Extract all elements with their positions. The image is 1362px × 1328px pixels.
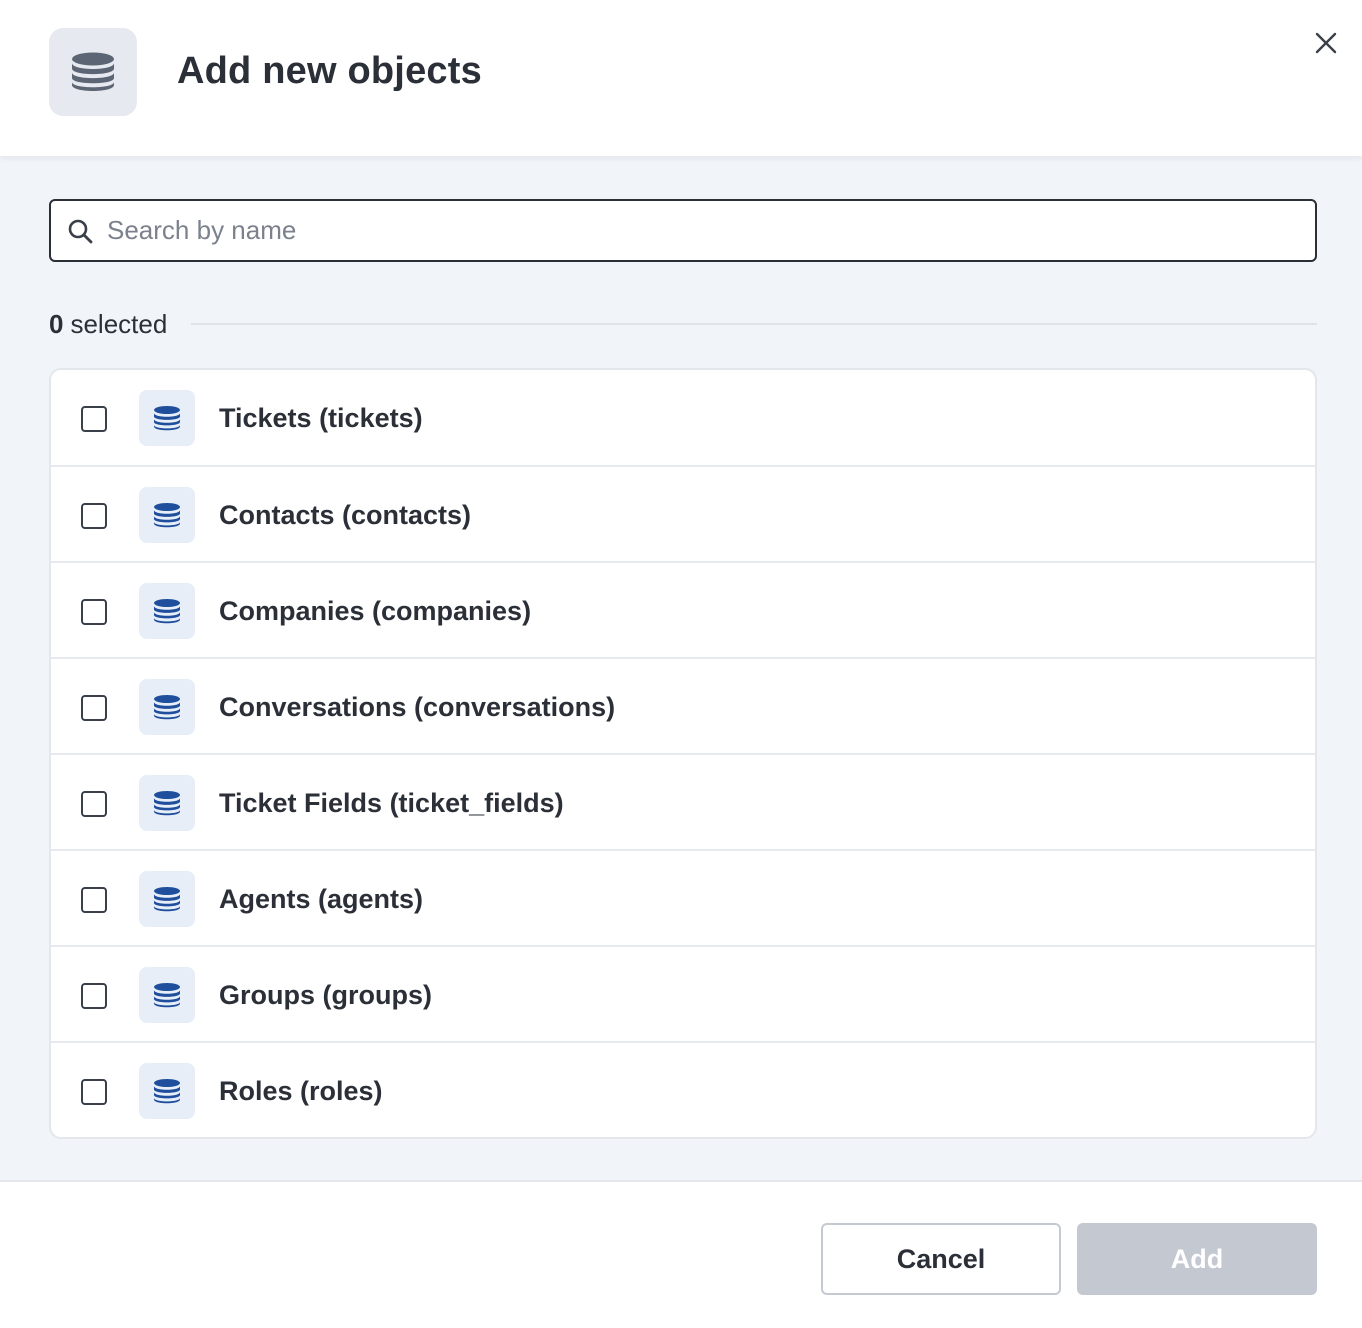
selected-count: 0 [49, 308, 64, 339]
list-item[interactable]: Agents (agents) [51, 851, 1315, 947]
database-icon [139, 583, 195, 639]
selected-label: selected [70, 308, 168, 339]
item-checkbox[interactable] [81, 887, 107, 913]
item-checkbox[interactable] [81, 983, 107, 1009]
list-item[interactable]: Roles (roles) [51, 1043, 1315, 1137]
item-label: Groups (groups) [219, 980, 432, 1010]
item-label: Tickets (tickets) [219, 403, 423, 433]
list-item[interactable]: Tickets (tickets) [51, 370, 1315, 467]
database-icon [139, 1063, 195, 1119]
database-icon [49, 28, 137, 116]
item-label: Companies (companies) [219, 596, 532, 626]
search-icon [68, 219, 93, 244]
list-item[interactable]: Contacts (contacts) [51, 467, 1315, 563]
item-checkbox[interactable] [81, 791, 107, 817]
item-label: Roles (roles) [219, 1076, 383, 1106]
item-label: Contacts (contacts) [219, 500, 472, 530]
search-input[interactable] [107, 201, 1307, 260]
close-icon [1315, 32, 1337, 54]
selection-summary: 0 selected [49, 306, 1317, 342]
item-label: Ticket Fields (ticket_fields) [219, 788, 564, 818]
list-item[interactable]: Conversations (conversations) [51, 659, 1315, 755]
close-button[interactable] [1310, 27, 1342, 59]
database-icon [139, 390, 195, 446]
dialog-footer: Cancel Add [0, 1180, 1362, 1328]
dialog-body: 0 selected Tickets (tickets) Contacts (co… [0, 156, 1362, 1180]
cancel-button[interactable]: Cancel [821, 1223, 1061, 1295]
object-list: Tickets (tickets) Contacts (contacts) Comp… [49, 368, 1317, 1139]
database-icon [139, 679, 195, 735]
database-icon [139, 775, 195, 831]
item-checkbox[interactable] [81, 503, 107, 529]
dialog-title: Add new objects [177, 50, 482, 92]
database-icon [139, 487, 195, 543]
database-icon [139, 871, 195, 927]
item-label: Conversations (conversations) [219, 692, 616, 722]
item-checkbox[interactable] [81, 1079, 107, 1105]
list-item[interactable]: Companies (companies) [51, 563, 1315, 659]
item-label: Agents (agents) [219, 884, 424, 914]
item-checkbox[interactable] [81, 406, 107, 432]
item-checkbox[interactable] [81, 695, 107, 721]
database-icon [139, 967, 195, 1023]
add-button[interactable]: Add [1077, 1223, 1317, 1295]
item-checkbox[interactable] [81, 599, 107, 625]
dialog-header: Add new objects [0, 0, 1362, 156]
divider [191, 323, 1317, 325]
search-box [49, 199, 1317, 262]
list-item[interactable]: Groups (groups) [51, 947, 1315, 1043]
list-item[interactable]: Ticket Fields (ticket_fields) [51, 755, 1315, 851]
